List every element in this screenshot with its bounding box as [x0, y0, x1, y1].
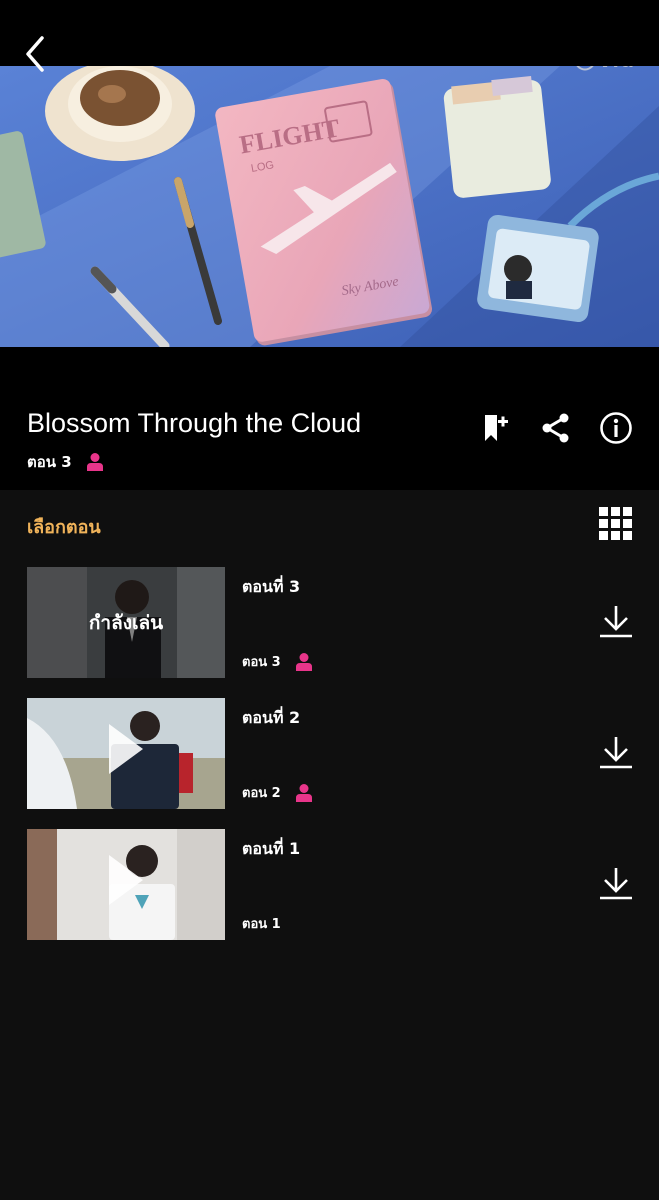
share-icon	[542, 413, 569, 443]
episode-sub-row: ตอน 1	[242, 913, 281, 934]
episode-sub-row: ตอน 2	[242, 782, 313, 803]
download-icon	[600, 868, 632, 900]
episode-thumbnail[interactable]	[27, 698, 225, 809]
episode-sub: ตอน 2	[242, 786, 281, 801]
episode-thumbnail[interactable]	[27, 829, 225, 940]
download-button[interactable]	[597, 734, 635, 772]
episode-title: ตอนที่ 1	[242, 839, 301, 858]
episode-title: ตอนที่ 2	[242, 708, 301, 727]
episode-row[interactable]: ตอนที่ 1 ตอน 1	[0, 829, 659, 941]
episode-row[interactable]: กำลังเล่น ตอนที่ 3 ตอน 3	[0, 567, 659, 679]
download-button[interactable]	[597, 865, 635, 903]
user-badge-icon	[295, 652, 312, 671]
current-episode-label: ตอน 3	[27, 453, 72, 471]
bookmark-add-button[interactable]	[474, 408, 514, 448]
grid-view-button[interactable]	[598, 506, 634, 542]
episode-thumbnail[interactable]: กำลังเล่น	[27, 567, 225, 678]
episode-title: ตอนที่ 3	[242, 577, 301, 596]
grid-icon	[599, 507, 632, 540]
episode-sub: ตอน 3	[242, 655, 281, 670]
now-playing-label: กำลังเล่น	[27, 567, 225, 678]
current-episode-row: ตอน 3	[27, 450, 104, 474]
share-button[interactable]	[536, 408, 576, 448]
info-icon	[600, 412, 632, 444]
chevron-left-icon	[26, 36, 44, 72]
episode-row[interactable]: ตอนที่ 2 ตอน 2	[0, 698, 659, 810]
download-icon	[600, 737, 632, 769]
top-bar	[0, 0, 659, 72]
user-badge-icon	[295, 783, 312, 802]
episode-sub: ตอน 1	[242, 917, 281, 932]
show-title: Blossom Through the Cloud	[27, 408, 362, 438]
download-button[interactable]	[597, 603, 635, 641]
hero-artwork: FLIGHT LOG Sky Above	[0, 66, 659, 347]
bookmark-add-icon	[485, 415, 508, 441]
user-badge-icon	[86, 453, 103, 471]
episode-sub-row: ตอน 3	[242, 651, 313, 672]
back-button[interactable]	[20, 34, 52, 74]
episode-section-label: เลือกตอน	[27, 517, 101, 538]
info-button[interactable]	[596, 408, 636, 448]
download-icon	[600, 606, 632, 638]
